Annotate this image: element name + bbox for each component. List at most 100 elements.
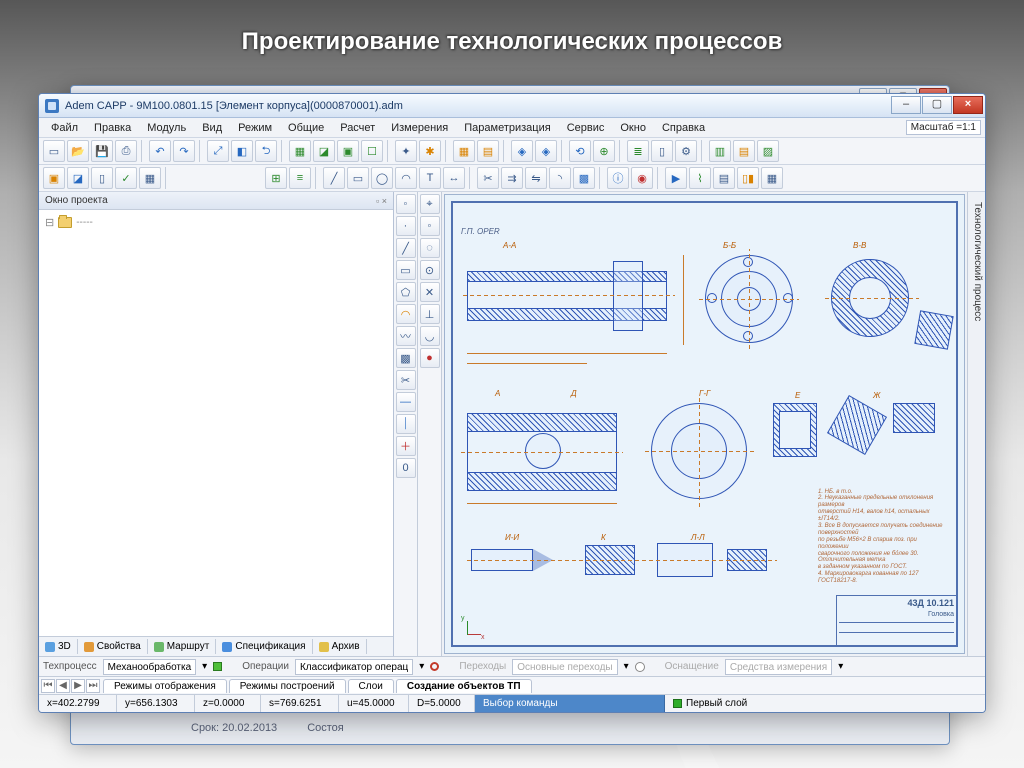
draw-line-icon[interactable]: ╱ <box>323 167 345 189</box>
side-tab-techprocess[interactable]: Технологический процесс <box>967 192 985 656</box>
report-icon[interactable]: ▤ <box>713 167 735 189</box>
mirror-icon[interactable]: ⇋ <box>525 167 547 189</box>
vs-axis-x-icon[interactable]: — <box>396 392 416 412</box>
zoom-prev-icon[interactable]: ⮌ <box>255 140 277 162</box>
lb-tech-combo[interactable]: Механообработка <box>103 659 197 675</box>
tab-display-modes[interactable]: Режимы отображения <box>103 679 227 693</box>
maximize-button[interactable]: ▢ <box>922 96 952 114</box>
vs-spline-icon[interactable]: 〰 <box>396 326 416 346</box>
page-icon[interactable]: ▯ <box>91 167 113 189</box>
open-file-icon[interactable]: 📂 <box>67 140 89 162</box>
panel-tab-3d[interactable]: 3D <box>39 639 78 654</box>
rotate-icon[interactable]: ⟲ <box>569 140 591 162</box>
vs2-tan-icon[interactable]: ◡ <box>420 326 440 346</box>
check-icon[interactable]: ✓ <box>115 167 137 189</box>
iso2-icon[interactable]: ◈ <box>535 140 557 162</box>
menu-help[interactable]: Справка <box>654 120 713 136</box>
draw-arc-icon[interactable]: ◠ <box>395 167 417 189</box>
menu-module[interactable]: Модуль <box>139 120 194 136</box>
vs-rect-icon[interactable]: ▭ <box>396 260 416 280</box>
menu-file[interactable]: Файл <box>43 120 86 136</box>
trim-icon[interactable]: ✂ <box>477 167 499 189</box>
vs2-node-icon[interactable]: ● <box>420 348 440 368</box>
view-top-icon[interactable]: ▤ <box>733 140 755 162</box>
print-icon[interactable]: ⎙ <box>115 140 137 162</box>
panel-tab-archive[interactable]: Архив <box>313 639 367 654</box>
chart-icon[interactable]: ▯▮ <box>737 167 759 189</box>
tab-construction-modes[interactable]: Режимы построений <box>229 679 346 693</box>
snap-icon[interactable]: ✦ <box>395 140 417 162</box>
vs2-mid-icon[interactable]: ◌ <box>420 238 440 258</box>
panel-tab-route[interactable]: Маршрут <box>148 639 217 654</box>
close-button[interactable]: × <box>953 96 983 114</box>
panel-pin-icon[interactable]: ▫ × <box>376 196 387 206</box>
fillet-icon[interactable]: ◝ <box>549 167 571 189</box>
stop-icon[interactable]: ◉ <box>631 167 653 189</box>
draw-circle-icon[interactable]: ◯ <box>371 167 393 189</box>
box-icon[interactable]: ☐ <box>361 140 383 162</box>
lb-trans-icon[interactable] <box>635 662 645 672</box>
lb-tech-icon[interactable] <box>213 662 222 671</box>
table-icon[interactable]: ▦ <box>139 167 161 189</box>
vs2-center-icon[interactable]: ⊙ <box>420 260 440 280</box>
project-tree[interactable]: ⊟ ----- <box>39 210 393 636</box>
zoom-window-icon[interactable]: ◧ <box>231 140 253 162</box>
shade-icon[interactable]: ◪ <box>313 140 335 162</box>
vs2-snap-icon[interactable]: ⌖ <box>420 194 440 214</box>
tabstrip-last[interactable]: ⏭ <box>86 679 100 693</box>
vs2-int-icon[interactable]: ✕ <box>420 282 440 302</box>
menu-edit[interactable]: Правка <box>86 120 139 136</box>
view-front-icon[interactable]: ▥ <box>709 140 731 162</box>
vs-zero-icon[interactable]: 0 <box>396 458 416 478</box>
menu-service[interactable]: Сервис <box>559 120 613 136</box>
simulate-icon[interactable]: ▶ <box>665 167 687 189</box>
iso1-icon[interactable]: ◈ <box>511 140 533 162</box>
redo-icon[interactable]: ↷ <box>173 140 195 162</box>
menu-param[interactable]: Параметризация <box>456 120 558 136</box>
save-icon[interactable]: 💾 <box>91 140 113 162</box>
vs2-end-icon[interactable]: ◦ <box>420 216 440 236</box>
perspective-icon[interactable]: ▣ <box>337 140 359 162</box>
tabstrip-next[interactable]: ▶ <box>71 679 85 693</box>
ortho-icon[interactable]: ▤ <box>477 140 499 162</box>
vs-select-icon[interactable]: ◦ <box>396 194 416 214</box>
status-layer[interactable]: Первый слой <box>665 698 755 709</box>
panel-tab-properties[interactable]: Свойства <box>78 639 148 654</box>
grid-icon[interactable]: ▦ <box>453 140 475 162</box>
menu-measure[interactable]: Измерения <box>383 120 456 136</box>
tree-icon[interactable]: ⊞ <box>265 167 287 189</box>
info-icon[interactable]: ⓘ <box>607 167 629 189</box>
tree-root-item[interactable]: ⊟ ----- <box>45 216 387 229</box>
zoom-extents-icon[interactable]: ⤢ <box>207 140 229 162</box>
tabstrip-first[interactable]: ⏮ <box>41 679 55 693</box>
globe-icon[interactable]: ⊕ <box>593 140 615 162</box>
disk-icon[interactable]: ◪ <box>67 167 89 189</box>
menu-view[interactable]: Вид <box>194 120 230 136</box>
vs2-perp-icon[interactable]: ⊥ <box>420 304 440 324</box>
wireframe-icon[interactable]: ▦ <box>289 140 311 162</box>
lb-tool-combo[interactable]: Средства измерения <box>725 659 832 675</box>
vs-hatch-icon[interactable]: ▩ <box>396 348 416 368</box>
explode-icon[interactable]: ✱ <box>419 140 441 162</box>
new-file-icon[interactable]: ▭ <box>43 140 65 162</box>
vs-trim-icon[interactable]: ✂ <box>396 370 416 390</box>
menu-window[interactable]: Окно <box>612 120 654 136</box>
lb-ops-combo[interactable]: Классификатор операц <box>295 659 413 675</box>
settings-icon[interactable]: ⚙ <box>675 140 697 162</box>
draw-rect-icon[interactable]: ▭ <box>347 167 369 189</box>
layer-icon[interactable]: ≣ <box>627 140 649 162</box>
menu-calc[interactable]: Расчет <box>332 120 383 136</box>
vs-arc-icon[interactable]: ◠ <box>396 304 416 324</box>
menu-general[interactable]: Общие <box>280 120 332 136</box>
doc-icon[interactable]: ▯ <box>651 140 673 162</box>
minimize-button[interactable]: – <box>891 96 921 114</box>
tool-path-icon[interactable]: ⌇ <box>689 167 711 189</box>
scale-indicator[interactable]: Масштаб =1:1 <box>906 120 981 135</box>
view-side-icon[interactable]: ▨ <box>757 140 779 162</box>
list-icon[interactable]: ≡ <box>289 167 311 189</box>
vs-poly-icon[interactable]: ⬠ <box>396 282 416 302</box>
vs-center-icon[interactable]: ＋ <box>396 436 416 456</box>
panel-tab-spec[interactable]: Спецификация <box>216 639 312 654</box>
tab-layers[interactable]: Слои <box>348 679 394 693</box>
tabstrip-prev[interactable]: ◀ <box>56 679 70 693</box>
